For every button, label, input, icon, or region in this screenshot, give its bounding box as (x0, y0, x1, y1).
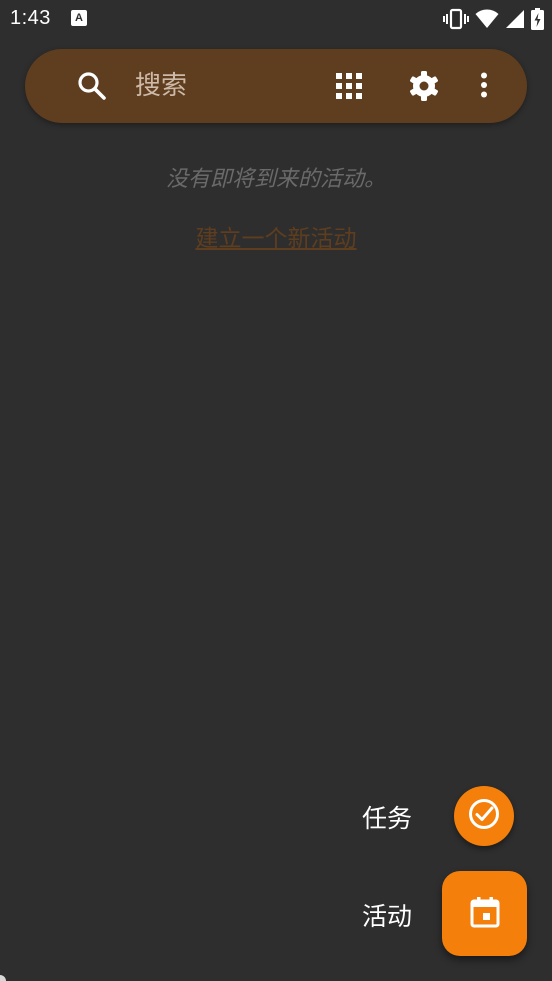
status-bar: 1:43 A (0, 0, 552, 38)
signal-icon (505, 9, 525, 29)
vibrate-icon (443, 8, 469, 30)
status-icons (443, 7, 544, 31)
fab-task-label[interactable]: 任务 (362, 799, 412, 835)
screen-corner (0, 975, 6, 981)
empty-state-message: 没有即将到来的活动。 (165, 167, 386, 192)
new-event-button[interactable] (442, 871, 527, 956)
search-input[interactable] (135, 67, 335, 105)
grid-icon[interactable] (336, 73, 362, 103)
check-circle-icon (467, 797, 501, 835)
notification-icon: A (71, 10, 87, 26)
search-bar (25, 49, 527, 123)
gear-icon[interactable] (408, 70, 440, 106)
search-icon[interactable] (76, 70, 108, 106)
status-time: 1:43 (10, 7, 51, 29)
calendar-icon (470, 896, 500, 932)
new-task-button[interactable] (454, 786, 514, 846)
fab-event-label[interactable]: 活动 (362, 897, 412, 933)
more-vert-icon[interactable] (480, 72, 488, 102)
app-screen: 1:43 A 搜索 没有即将到来的活动。 建立一个新活动 任务 活动 (0, 0, 552, 981)
wifi-icon (475, 9, 499, 29)
create-event-link[interactable]: 建立一个新活动 (0, 219, 552, 253)
battery-icon (531, 8, 544, 30)
